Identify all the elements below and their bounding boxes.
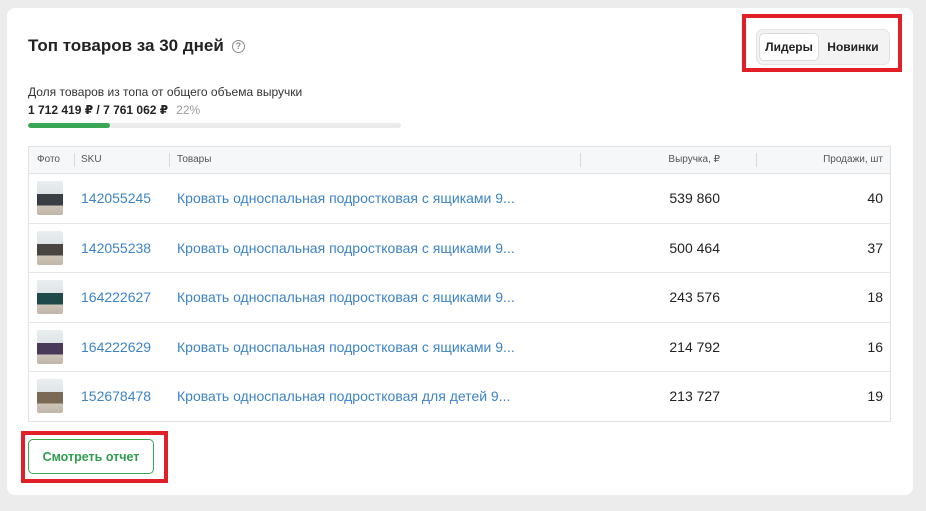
product-revenue: 500 464 — [669, 239, 720, 256]
header-sales[interactable]: Продажи, шт — [823, 147, 883, 173]
product-name-link[interactable]: Кровать односпальная подростковая для де… — [177, 372, 510, 421]
product-name-link[interactable]: Кровать односпальная подростковая с ящик… — [177, 273, 515, 322]
product-name-link[interactable]: Кровать односпальная подростковая с ящик… — [177, 174, 515, 223]
product-revenue: 243 576 — [669, 289, 720, 305]
table-row: 164222629 Кровать односпальная подростко… — [29, 323, 890, 372]
share-amounts: 1 712 419 ₽ / 7 761 062 ₽ — [28, 103, 169, 117]
table-header: Фото SKU Товары Выручка, ₽ Продажи, шт — [29, 147, 890, 174]
product-sales: 18 — [867, 289, 883, 305]
view-report-button[interactable]: Смотреть отчет — [28, 439, 154, 474]
product-sku-link[interactable]: 164222629 — [81, 323, 151, 372]
header-divider[interactable] — [74, 153, 75, 167]
table-row: 142055245 Кровать односпальная подростко… — [29, 174, 890, 224]
product-sales: 40 — [867, 190, 883, 206]
share-progress-bar — [28, 123, 401, 128]
share-progress-fill — [28, 123, 111, 128]
product-name-link[interactable]: Кровать односпальная подростковая с ящик… — [177, 224, 515, 273]
product-sku-link[interactable]: 164222627 — [81, 273, 151, 322]
product-sku-link[interactable]: 152678478 — [81, 372, 151, 421]
product-thumbnail[interactable] — [37, 230, 63, 265]
product-thumbnail[interactable] — [37, 280, 63, 314]
product-thumbnail[interactable] — [37, 329, 63, 364]
header-products[interactable]: Товары — [177, 147, 211, 173]
product-revenue: 214 792 — [669, 338, 720, 355]
tab-leaders[interactable]: Лидеры — [759, 33, 819, 61]
product-sku-link[interactable]: 142055245 — [81, 174, 151, 223]
product-sales: 37 — [867, 239, 883, 256]
header-divider[interactable] — [580, 153, 581, 167]
header-sku[interactable]: SKU — [81, 147, 102, 173]
leaders-novelties-toggle: Лидеры Новинки — [756, 29, 890, 65]
product-thumbnail[interactable] — [37, 181, 63, 215]
share-values: 1 712 419 ₽ / 7 761 062 ₽ 22% — [28, 103, 200, 117]
product-revenue: 213 727 — [669, 388, 720, 404]
question-circle-icon[interactable]: ? — [231, 39, 245, 53]
products-table: Фото SKU Товары Выручка, ₽ Продажи, шт 1… — [28, 146, 891, 422]
header-divider[interactable] — [169, 153, 170, 167]
table-row: 142055238 Кровать односпальная подростко… — [29, 224, 890, 273]
widget-title: Топ товаров за 30 дней ? — [28, 36, 245, 56]
product-revenue: 539 860 — [669, 190, 720, 206]
header-photo: Фото — [37, 154, 60, 165]
header-divider[interactable] — [756, 153, 757, 167]
tab-novelties[interactable]: Новинки — [819, 33, 887, 61]
product-thumbnail[interactable] — [37, 379, 63, 413]
share-percent: 22% — [176, 103, 201, 117]
share-label: Доля товаров из топа от общего объема вы… — [28, 85, 303, 99]
product-sku-link[interactable]: 142055238 — [81, 224, 151, 273]
header-revenue[interactable]: Выручка, ₽ — [668, 147, 720, 173]
widget-title-text: Топ товаров за 30 дней — [28, 36, 224, 55]
product-sales: 19 — [867, 388, 883, 404]
product-name-link[interactable]: Кровать односпальная подростковая с ящик… — [177, 323, 515, 372]
table-row: 152678478 Кровать односпальная подростко… — [29, 372, 890, 422]
table-row: 164222627 Кровать односпальная подростко… — [29, 273, 890, 323]
product-sales: 16 — [867, 338, 883, 355]
